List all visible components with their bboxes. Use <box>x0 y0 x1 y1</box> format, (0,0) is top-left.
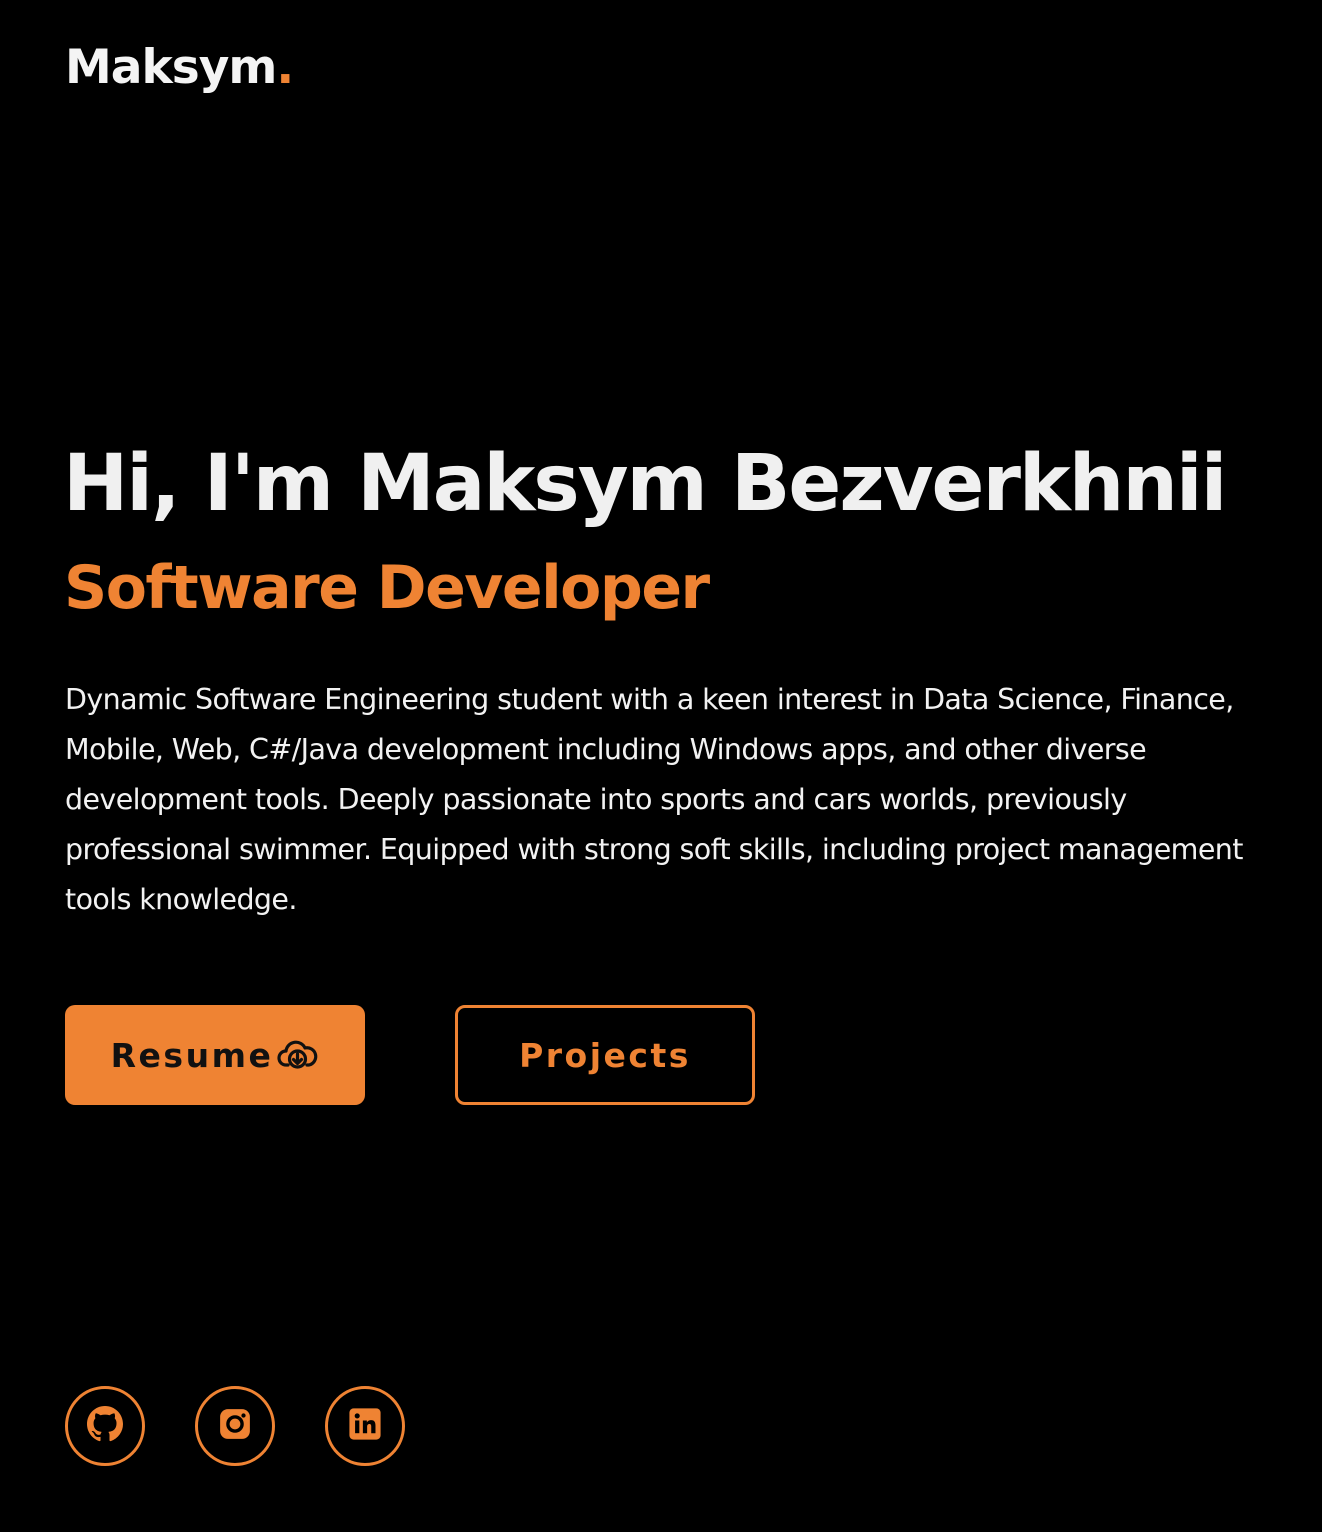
github-icon <box>87 1406 123 1446</box>
resume-button-label: Resume <box>110 1035 274 1075</box>
hero-subtitle: Software Developer <box>64 553 710 623</box>
hero-title: Hi, I'm Maksym Bezverkhnii <box>63 439 1227 529</box>
hero-description: Dynamic Software Engineering student wit… <box>65 683 1243 916</box>
logo-text: Maksym <box>65 40 277 95</box>
instagram-icon <box>218 1407 252 1445</box>
linkedin-link[interactable] <box>325 1386 405 1466</box>
projects-button-label: Projects <box>519 1035 691 1075</box>
linkedin-icon <box>348 1407 382 1445</box>
cloud-download-icon <box>277 1039 319 1071</box>
instagram-link[interactable] <box>195 1386 275 1466</box>
site-logo[interactable]: Maksym. <box>65 36 294 100</box>
page: Maksym. Hi, I'm Maksym Bezverkhnii Softw… <box>0 0 1322 1532</box>
projects-button[interactable]: Projects <box>455 1005 755 1105</box>
logo-dot: . <box>276 40 294 95</box>
resume-button[interactable]: Resume <box>65 1005 365 1105</box>
github-link[interactable] <box>65 1386 145 1466</box>
